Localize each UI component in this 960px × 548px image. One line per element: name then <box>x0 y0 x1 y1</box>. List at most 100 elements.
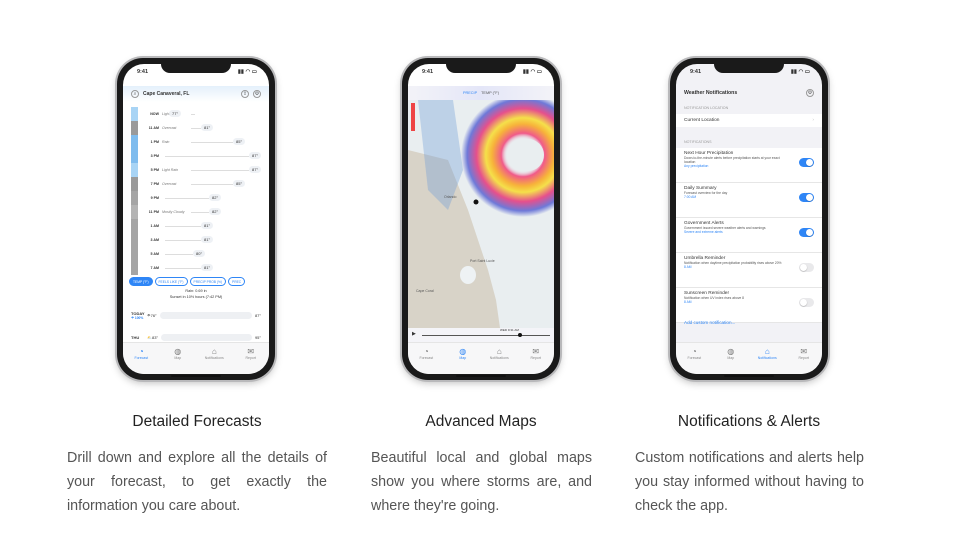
location-title[interactable]: Cape Canaveral, FL <box>143 91 237 97</box>
hour-label: 7 PM <box>150 182 159 186</box>
hour-label: 5 AM <box>150 252 159 256</box>
tab-label: Map <box>174 356 182 360</box>
notification-setting-link[interactable]: Any precipitation <box>684 164 814 168</box>
phone-notch <box>714 58 784 73</box>
condition-bar <box>131 247 138 261</box>
notification-item[interactable]: Next Hour Precipitation Down-to-the-minut… <box>676 148 822 183</box>
share-icon[interactable]: ⇪ <box>241 90 249 98</box>
radar-map[interactable]: Orlando Port Saint Lucie Cape Coral <box>408 100 554 328</box>
metric-pill[interactable]: TEMP (°F) <box>129 277 153 286</box>
forecast-phone-mockup: 9:41 ▮▮ ◠ ▭ ⌕ Cape Canaveral, FL ⇪ ⚙ NOW L… <box>117 58 275 380</box>
tab-map[interactable]: ◍ Map <box>448 347 478 374</box>
tab-report[interactable]: ✉ Report <box>789 347 819 374</box>
gear-icon[interactable]: ⚙ <box>253 90 261 98</box>
hourly-row[interactable]: 7 PM Overcast 85° <box>131 177 263 191</box>
rain-total: Rain: 0.69 in <box>185 289 207 293</box>
tab-forecast[interactable]: ◔ Forecast <box>679 347 709 374</box>
map-label: Port Saint Lucie <box>470 259 495 263</box>
hourly-row[interactable]: 9 PM 82° <box>131 191 263 205</box>
temp-pill: 87° <box>249 166 262 173</box>
notifications-screen: 9:41 ▮▮ ◠ ▭ Weather Notifications ⚙ NOTIFI… <box>676 64 822 374</box>
condition-bar <box>131 121 138 135</box>
gear-icon[interactable]: ⚙ <box>806 89 814 97</box>
legend-scale <box>411 103 415 131</box>
hourly-row[interactable]: 3 PM 87° <box>131 149 263 163</box>
timeline[interactable]: ▶ WED 9:31 AM <box>408 328 554 342</box>
tab-report[interactable]: ✉ Report <box>236 347 266 374</box>
notification-setting-link[interactable]: 8 AM <box>684 265 814 269</box>
sunset-text: Sunset in 10½ hours (7:42 PM) <box>169 295 223 299</box>
tab-label: Forecast <box>687 356 702 360</box>
metric-pill[interactable]: PREC <box>228 277 246 286</box>
tab-temp[interactable]: TEMP (°F) <box>481 91 499 95</box>
row-line <box>165 240 201 241</box>
tab-notifications[interactable]: ⌂ Notifications <box>199 347 229 374</box>
map-screen: 9:41 ▮▮ ◠ ▭ PRECIP TEMP (°F) Orlando Port … <box>408 64 554 374</box>
phone-notch <box>446 58 516 73</box>
hurricane-eye <box>512 139 544 171</box>
map-label: Orlando <box>444 195 457 199</box>
report-icon: ✉ <box>247 347 255 356</box>
hour-label: 7 AM <box>150 266 159 270</box>
row-line <box>191 128 201 129</box>
tab-forecast[interactable]: ◔ Forecast <box>126 347 156 374</box>
hourly-row[interactable]: 5 PM Light Rain 87° <box>131 163 263 177</box>
hourly-row[interactable]: 1 AM 81° <box>131 219 263 233</box>
notification-setting-link[interactable]: 7:00 AM <box>684 195 814 199</box>
play-icon[interactable]: ▶ <box>412 331 416 337</box>
metric-pills: TEMP (°F) FEELS LIKE (°F) PRECIP PROB (%) P… <box>129 277 246 286</box>
tab-precip[interactable]: PRECIP <box>463 91 477 95</box>
notification-toggle[interactable] <box>799 158 814 167</box>
row-line <box>191 212 209 213</box>
notification-toggle[interactable] <box>799 263 814 272</box>
temp-pill: 77° <box>169 110 182 117</box>
timeline-scrubber[interactable] <box>518 333 522 337</box>
add-custom-notification-link[interactable]: Add custom notification... <box>684 320 735 325</box>
tab-notifications[interactable]: ⌂ Notifications <box>752 347 782 374</box>
daily-row[interactable]: TODAY ☂ 100% ☂ 76° 87° <box>131 308 261 322</box>
tab-bar: ◔ Forecast ◍ Map ⌂ Notifications ✉ Report <box>676 342 822 374</box>
notification-item[interactable]: Sunscreen Reminder Notification when UV i… <box>676 288 822 323</box>
tab-notifications[interactable]: ⌂ Notifications <box>484 347 514 374</box>
notification-setting-link[interactable]: Severe and extreme alerts <box>684 230 814 234</box>
tab-bar: ◔ Forecast ◍ Map ⌂ Notifications ✉ Report <box>408 342 554 374</box>
temp-pill: 85° <box>233 138 246 145</box>
condition-bar <box>131 233 138 247</box>
notification-description: Down-to-the-minute alerts before precipi… <box>684 156 780 164</box>
hourly-row[interactable]: 11 AM Overcast 81° <box>131 121 263 135</box>
tab-report[interactable]: ✉ Report <box>521 347 551 374</box>
metric-pill[interactable]: PRECIP PROB (%) <box>189 277 227 286</box>
hour-label: 1 AM <box>150 224 159 228</box>
temp-range-bar <box>159 311 252 319</box>
hourly-row[interactable]: 1 PM Rain 85° <box>131 135 263 149</box>
notification-toggle[interactable] <box>799 228 814 237</box>
notification-setting-link[interactable]: 8 AM <box>684 300 814 304</box>
notification-toggle[interactable] <box>799 193 814 202</box>
hourly-row[interactable]: 7 AM 81° <box>131 261 263 275</box>
tab-map[interactable]: ◍ Map <box>163 347 193 374</box>
forecast-icon: ◔ <box>423 347 429 356</box>
feature-description: Beautiful local and global maps show you… <box>371 450 592 514</box>
notification-item[interactable]: Government Alerts Government issued sever… <box>676 218 822 253</box>
tab-map[interactable]: ◍ Map <box>716 347 746 374</box>
hourly-row[interactable]: 3 AM 81° <box>131 233 263 247</box>
tab-forecast[interactable]: ◔ Forecast <box>411 347 441 374</box>
day-name: THU <box>131 334 140 340</box>
notification-toggle[interactable] <box>799 298 814 307</box>
notification-item[interactable]: Daily Summary Forecast overview for the d… <box>676 183 822 218</box>
notification-item[interactable]: Umbrella Reminder Notification when dayti… <box>676 253 822 288</box>
hourly-row[interactable]: 11 PM Mostly Cloudy 82° <box>131 205 263 219</box>
notifications-phone-mockup: 9:41 ▮▮ ◠ ▭ Weather Notifications ⚙ NOTIFI… <box>670 58 828 380</box>
current-location-row[interactable]: Current Location › <box>676 114 822 127</box>
metric-pill[interactable]: FEELS LIKE (°F) <box>154 277 188 286</box>
condition-label: Light Rain <box>162 168 179 172</box>
hourly-row[interactable]: NOWLight Rain77° <box>131 107 263 121</box>
hourly-row[interactable]: 5 AM 80° <box>131 247 263 261</box>
hour-label: 5 PM <box>150 168 159 172</box>
tab-label: Map <box>459 356 467 360</box>
search-icon[interactable]: ⌕ <box>131 90 139 98</box>
row-line <box>191 142 233 143</box>
forecast-header: ⌕ Cape Canaveral, FL ⇪ ⚙ <box>123 86 269 102</box>
tab-label: Notifications <box>489 356 509 360</box>
tab-label: Report <box>798 356 809 360</box>
